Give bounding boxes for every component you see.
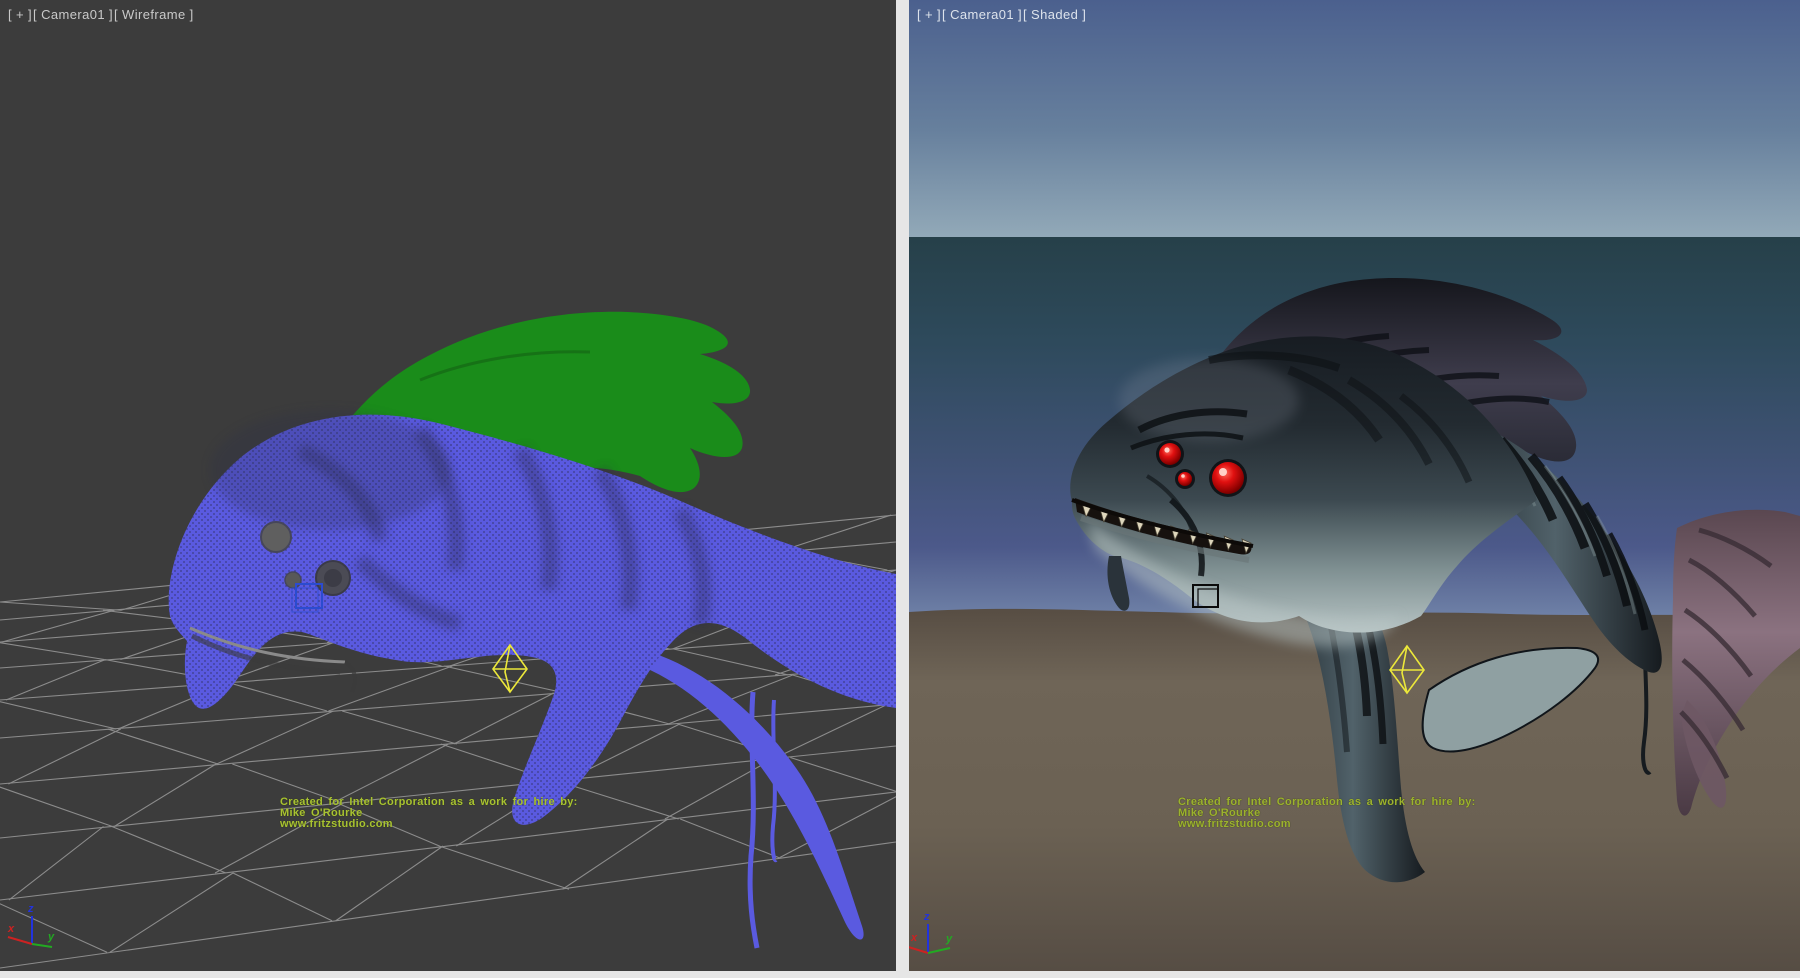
viewport-pov-menu-right[interactable]: [ Camera01 ]: [942, 7, 1022, 22]
viewport-right-shaded[interactable]: [ + ][ Camera01 ][ Shaded ]: [909, 0, 1800, 971]
watermark-text: Created for Intel Corporation as a work …: [280, 797, 578, 830]
eye-small-red-icon: [1159, 443, 1181, 465]
viewport-splitter[interactable]: [896, 0, 909, 978]
eye-small-icon: [285, 572, 301, 588]
viewport-label-right: [ + ][ Camera01 ][ Shaded ]: [917, 7, 1087, 22]
viewport-shading-menu-right[interactable]: [ Shaded ]: [1023, 7, 1086, 22]
eye-mid-pupil: [324, 569, 342, 587]
dual-viewport-stage: [ + ][ Camera01 ][ Wireframe ]: [0, 0, 1800, 978]
viewport-general-menu-left[interactable]: [ + ]: [8, 7, 32, 22]
eye-large-red-icon: [1212, 462, 1244, 494]
axis-z-label-right: z: [923, 911, 930, 923]
viewport-shading-menu-left[interactable]: [ Wireframe ]: [114, 7, 194, 22]
axis-x-label-right: x: [910, 932, 918, 944]
viewport-general-menu-right[interactable]: [ + ]: [917, 7, 941, 22]
viewport-left-wireframe[interactable]: [ + ][ Camera01 ][ Wireframe ]: [0, 0, 896, 971]
axis-z-label: z: [27, 903, 34, 915]
watermark-text-right: Created for Intel Corporation as a work …: [1178, 797, 1476, 830]
sky: [909, 0, 1800, 237]
eye-mid-red-icon: [1178, 472, 1192, 486]
window-bottom-edge: [0, 971, 1800, 978]
head-shading: [210, 410, 450, 530]
axis-y-label-right: y: [945, 933, 953, 945]
viewport-pov-menu-left[interactable]: [ Camera01 ]: [33, 7, 113, 22]
viewport-label-left: [ + ][ Camera01 ][ Wireframe ]: [8, 7, 195, 22]
axis-x-label: x: [7, 923, 15, 935]
eye-large-icon: [261, 522, 291, 552]
axis-y-label: y: [47, 931, 55, 943]
